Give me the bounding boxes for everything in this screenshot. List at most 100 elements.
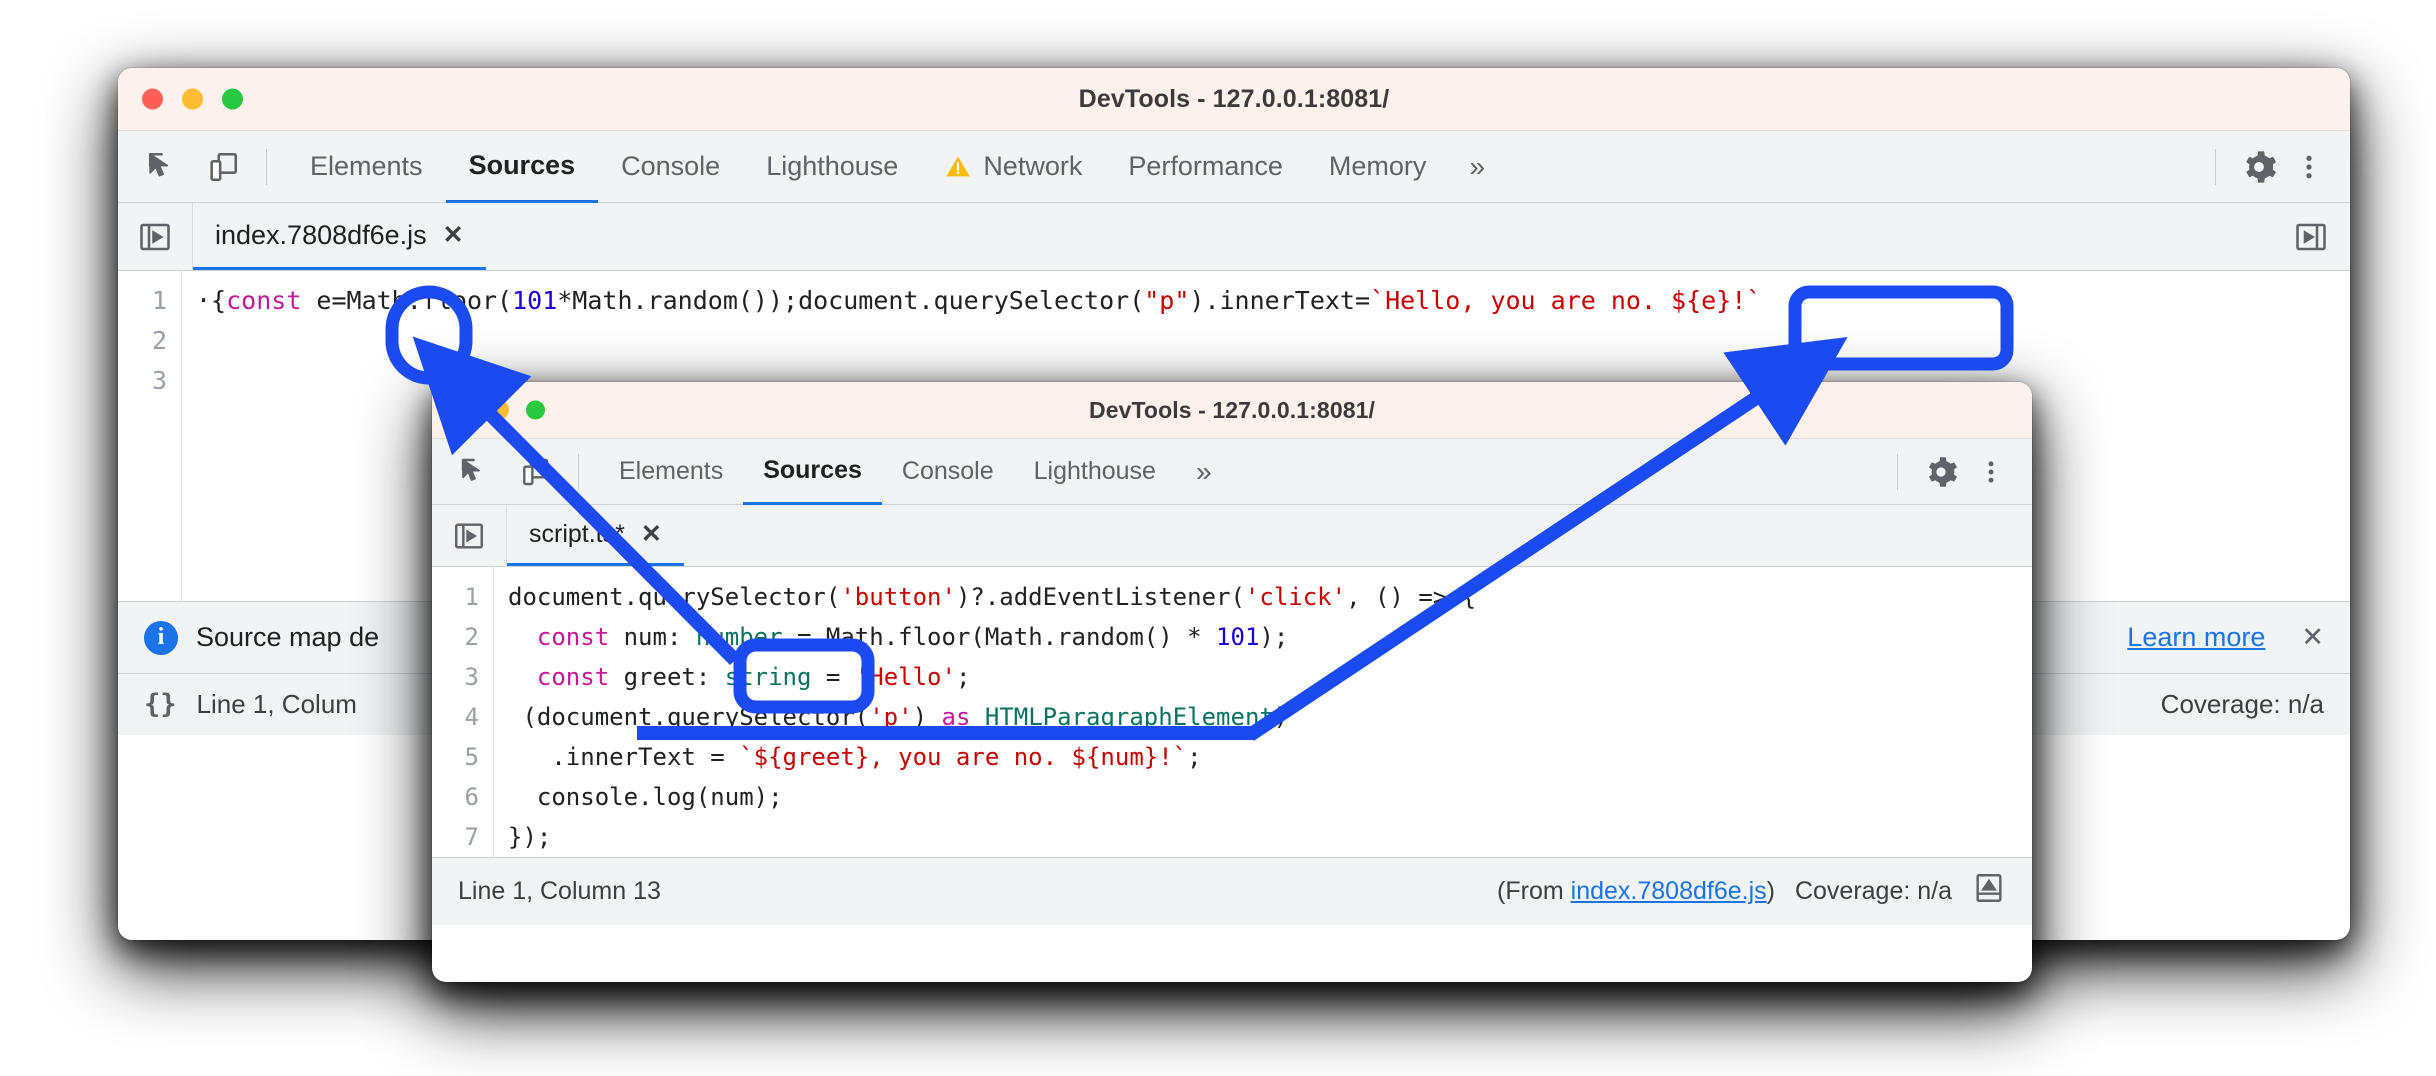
code-token: = — [811, 663, 854, 691]
code-token: HTMLParagraphElement — [985, 703, 1274, 731]
toolbar-divider — [578, 454, 579, 490]
code-token: 'p' — [869, 703, 912, 731]
line-number-gutter-back: 123 — [118, 271, 182, 601]
close-icon[interactable]: ✕ — [641, 519, 662, 549]
maximize-window-button[interactable] — [222, 89, 243, 110]
code-token: number — [696, 623, 783, 651]
file-tab-index-js[interactable]: index.7808df6e.js ✕ — [193, 203, 486, 270]
coverage-label: Coverage: n/a — [1795, 877, 1952, 906]
code-token: document.querySelector( — [508, 583, 840, 611]
show-navigator-button[interactable] — [432, 505, 507, 566]
tab-label: Lighthouse — [1034, 457, 1156, 486]
code-content-front[interactable]: document.querySelector('button')?.addEve… — [494, 567, 2032, 857]
code-token: const — [537, 623, 609, 651]
code-token: *Math.random());document.querySelector( — [557, 286, 1144, 315]
close-icon[interactable]: ✕ — [443, 220, 464, 250]
cursor-position-label: Line 1, Colum — [197, 689, 357, 720]
inspect-element-button[interactable] — [140, 144, 186, 190]
line-number: 4 — [432, 697, 479, 737]
close-icon[interactable]: ✕ — [2301, 622, 2324, 653]
pretty-print-icon[interactable]: {} — [144, 689, 177, 720]
code-token: const — [537, 663, 609, 691]
show-debugger-sidebar-button[interactable] — [2272, 203, 2350, 270]
code-token: ; — [1187, 743, 1201, 771]
line-number: 2 — [118, 321, 167, 361]
code-line[interactable]: .innerText = `${greet}, you are no. ${nu… — [508, 737, 2032, 777]
code-editor-front[interactable]: 1234567 document.querySelector('button')… — [432, 567, 2032, 857]
file-tabbar-front: script.ts* ✕ — [432, 505, 2032, 567]
more-tabs-chevron-icon[interactable]: » — [1176, 456, 1228, 488]
tab-label: Lighthouse — [766, 151, 898, 182]
code-line[interactable]: const num: number = Math.floor(Math.rand… — [508, 617, 2032, 657]
close-window-button[interactable] — [454, 401, 473, 420]
panel-tabs-back: Elements Sources Console Lighthouse Netw… — [287, 131, 2195, 203]
tab-elements[interactable]: Elements — [599, 439, 743, 505]
code-token: `Hello, you are no. ${e}!` — [1370, 286, 1761, 315]
panel-tabstrip-back: Elements Sources Console Lighthouse Netw… — [118, 131, 2350, 203]
code-token: string — [725, 663, 812, 691]
minimize-window-button[interactable] — [182, 89, 203, 110]
code-line[interactable]: (document.querySelector('p') as HTMLPara… — [508, 697, 2032, 737]
learn-more-link[interactable]: Learn more — [2127, 622, 2265, 653]
show-navigator-button[interactable] — [118, 203, 193, 270]
more-options-button[interactable] — [1968, 449, 2014, 495]
tab-memory[interactable]: Memory — [1306, 131, 1450, 203]
toolbar-divider — [266, 149, 267, 185]
tab-sources[interactable]: Sources — [446, 131, 599, 203]
minimize-window-button[interactable] — [490, 401, 509, 420]
code-line[interactable]: ·{const e=Math.floor(101*Math.random());… — [196, 281, 2350, 321]
code-token: }); — [508, 823, 551, 851]
more-options-button[interactable] — [2286, 144, 2332, 190]
toolbar-right-icons-back — [2236, 144, 2350, 190]
tab-lighthouse[interactable]: Lighthouse — [743, 131, 921, 203]
source-origin-label: (From index.7808df6e.js) — [1497, 877, 1775, 906]
code-token: = Math.floor(Math.random() * — [783, 623, 1216, 651]
code-token: console.log(num); — [508, 783, 783, 811]
tab-console[interactable]: Console — [598, 131, 743, 203]
file-tab-label: index.7808df6e.js — [215, 220, 427, 251]
from-suffix: ) — [1767, 877, 1775, 905]
code-token: ).innerText= — [1189, 286, 1370, 315]
tab-network[interactable]: Network — [921, 131, 1105, 203]
inspect-element-button[interactable] — [452, 449, 498, 495]
settings-button[interactable] — [1918, 449, 1964, 495]
file-tab-script-ts[interactable]: script.ts* ✕ — [507, 505, 684, 566]
file-tabbar-spacer — [684, 505, 2032, 566]
show-drawer-button[interactable] — [1972, 871, 2006, 912]
window-title: DevTools - 127.0.0.1:8081/ — [1089, 397, 1375, 424]
devtools-window-front: DevTools - 127.0.0.1:8081/ — [432, 382, 2032, 982]
code-line[interactable]: console.log(num); — [508, 777, 2032, 817]
screenshot-stage: DevTools - 127.0.0.1:8081/ — [0, 0, 2436, 1076]
code-token: const — [226, 286, 301, 315]
code-token: ) — [913, 703, 942, 731]
coverage-label: Coverage: n/a — [2161, 689, 2324, 720]
settings-button[interactable] — [2236, 144, 2282, 190]
original-source-link[interactable]: index.7808df6e.js — [1571, 877, 1767, 905]
tab-console[interactable]: Console — [882, 439, 1014, 505]
code-line[interactable]: const greet: string = 'Hello'; — [508, 657, 2032, 697]
code-token — [508, 623, 537, 651]
infobar-message: Source map de — [196, 622, 379, 653]
maximize-window-button[interactable] — [526, 401, 545, 420]
device-toolbar-button[interactable] — [200, 144, 246, 190]
device-toolbar-button[interactable] — [512, 449, 558, 495]
line-number: 6 — [432, 777, 479, 817]
close-window-button[interactable] — [142, 89, 163, 110]
code-line[interactable]: }); — [508, 817, 2032, 857]
titlebar-back: DevTools - 127.0.0.1:8081/ — [118, 68, 2350, 131]
code-token: ) — [1274, 703, 1288, 731]
traffic-lights-front — [454, 401, 545, 420]
code-token: 'button' — [840, 583, 956, 611]
more-tabs-chevron-icon[interactable]: » — [1449, 151, 1501, 183]
tab-label: Network — [983, 151, 1082, 182]
code-token: "p" — [1144, 286, 1189, 315]
tab-performance[interactable]: Performance — [1105, 131, 1306, 203]
code-token: , () => { — [1346, 583, 1476, 611]
tab-sources[interactable]: Sources — [743, 439, 882, 505]
tab-lighthouse[interactable]: Lighthouse — [1014, 439, 1176, 505]
code-line[interactable]: document.querySelector('button')?.addEve… — [508, 577, 2032, 617]
tab-label: Console — [621, 151, 720, 182]
code-token: (document.querySelector( — [508, 703, 869, 731]
tab-elements[interactable]: Elements — [287, 131, 446, 203]
traffic-lights-back — [142, 89, 243, 110]
